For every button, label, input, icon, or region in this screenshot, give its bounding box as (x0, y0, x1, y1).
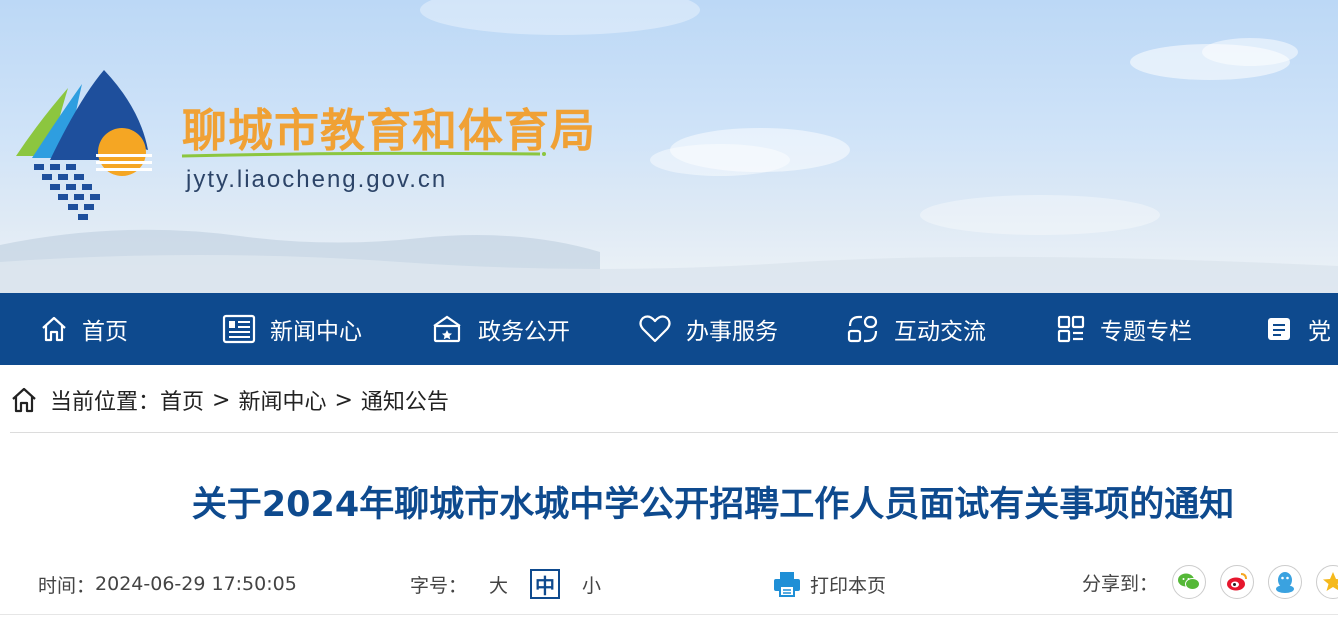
article-title: 关于2024年聊城市水城中学公开招聘工作人员面试有关事项的通知 (191, 485, 1235, 525)
font-size-label: 字号： (410, 574, 468, 597)
time-label: 时间： (38, 574, 96, 597)
nav-item-home[interactable]: 首页 (40, 293, 128, 365)
nav-label: 政务公开 (478, 319, 570, 345)
nav-item-news[interactable]: 新闻中心 (222, 293, 362, 365)
breadcrumb-divider (10, 432, 1338, 433)
nav-label: 首页 (82, 319, 128, 345)
breadcrumb-link-news[interactable]: 新闻中心 (238, 384, 326, 416)
nav-label: 专题专栏 (1100, 319, 1192, 345)
nav-label: 互动交流 (894, 319, 986, 345)
nav-label: 党 (1308, 319, 1331, 345)
heart-icon (639, 315, 671, 343)
printer-icon (774, 572, 800, 597)
qq-icon[interactable] (1268, 565, 1303, 599)
breadcrumb-prefix: 当前位置： (50, 390, 161, 415)
qzone-icon[interactable] (1316, 565, 1338, 599)
meta-divider (0, 614, 1338, 615)
breadcrumb-separator: > (212, 387, 231, 413)
interaction-icon (847, 315, 878, 343)
publish-time: 时间： 2024-06-29 17:50:05 (38, 568, 297, 600)
breadcrumb-link-home[interactable]: 首页 (160, 384, 204, 416)
weibo-icon[interactable] (1220, 565, 1255, 599)
newspaper-icon (222, 314, 256, 344)
title-underline-swoosh (181, 151, 546, 158)
site-logo (16, 70, 152, 220)
nav-item-interaction[interactable]: 互动交流 (846, 293, 986, 365)
nav-item-party[interactable]: 党 (1264, 293, 1331, 365)
government-building-icon (433, 315, 461, 343)
home-icon (12, 387, 36, 413)
site-domain: jyty.liaocheng.gov.cn (186, 166, 448, 193)
wechat-icon[interactable] (1172, 565, 1207, 599)
font-size-medium-button[interactable]: 中 (530, 569, 561, 599)
nav-item-topics[interactable]: 专题专栏 (1056, 293, 1192, 365)
font-size-large-button[interactable]: 大 (489, 571, 508, 598)
time-value: 2024-06-29 17:50:05 (95, 573, 297, 595)
grid-icon (1057, 315, 1085, 343)
print-label: 打印本页 (810, 574, 887, 597)
print-page-button[interactable]: 打印本页 (772, 568, 886, 600)
share-label: 分享到： (1082, 572, 1159, 595)
home-icon (42, 316, 66, 342)
main-nav: 首页 新闻中心 政务公开 办事服务 互动交流 专题专栏 党 (0, 293, 1338, 365)
breadcrumb: 当前位置： 首页 > 新闻中心 > 通知公告 (10, 382, 449, 418)
breadcrumb-link-notices[interactable]: 通知公告 (361, 384, 449, 416)
font-size-switcher: 字号： 大 中 小 (410, 568, 601, 600)
nav-item-services[interactable]: 办事服务 (638, 293, 778, 365)
breadcrumb-separator: > (334, 387, 353, 413)
nav-item-government[interactable]: 政务公开 (430, 293, 570, 365)
nav-label: 新闻中心 (270, 319, 362, 345)
nav-label: 办事服务 (686, 319, 778, 345)
header-banner: 聊城市教育和体育局 jyty.liaocheng.gov.cn (0, 0, 1338, 293)
font-size-small-button[interactable]: 小 (582, 571, 601, 598)
party-icon (1268, 318, 1290, 340)
share-bar: 分享到： (1082, 565, 1338, 599)
